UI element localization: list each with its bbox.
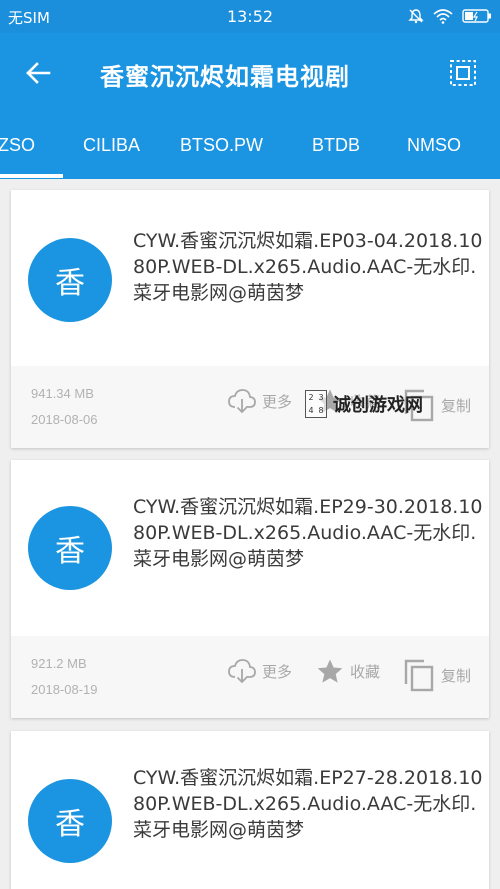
watermark-logo-icon: 23 48 [305,390,327,418]
file-size: 941.34 MB [31,386,94,401]
copy-button[interactable]: 复制 [403,658,471,692]
tab-nmso[interactable]: NMSO [407,135,461,156]
avatar: 香 [28,506,112,590]
select-all-icon[interactable] [448,58,478,88]
torrent-name: CYW.香蜜沉沉烬如霜.EP27-28.2018.1080P.WEB-DL.x2… [133,767,483,841]
cloud-download-icon [228,659,256,684]
star-icon [317,659,343,683]
more-label: 更多 [262,662,293,681]
site-watermark: 23 48 诚创游戏网 [305,390,423,418]
copy-label: 复制 [441,396,472,415]
file-date: 2018-08-06 [31,412,98,427]
card-footer: 921.2 MB 2018-08-19 更多 收藏 复制 [11,636,489,718]
copy-icon [404,659,434,692]
back-arrow-icon[interactable] [22,57,54,89]
file-size: 921.2 MB [31,656,87,671]
app-toolbar: 香蜜沉沉烬如霜电视剧 [0,33,500,113]
file-date: 2018-08-19 [31,682,98,697]
torrent-name: CYW.香蜜沉沉烬如霜.EP29-30.2018.1080P.WEB-DL.x2… [133,496,483,570]
tab-zso[interactable]: ZSO [0,135,35,156]
cloud-download-icon [228,389,256,414]
tab-ciliba[interactable]: CILIBA [83,135,140,156]
watermark-text: 诚创游戏网 [333,395,423,416]
mute-icon [408,8,424,28]
page-title: 香蜜沉沉烬如霜电视剧 [100,63,350,91]
avatar: 香 [28,238,112,322]
favorite-button[interactable]: 收藏 [316,658,380,684]
tab-btso-pw[interactable]: BTSO.PW [180,135,263,156]
status-bar: 无SIM 13:52 [0,0,500,33]
status-icons [408,8,492,28]
copy-label: 复制 [441,666,472,685]
result-card[interactable]: 香 CYW.香蜜沉沉烬如霜.EP27-28.2018.1080P.WEB-DL.… [11,731,489,889]
battery-icon [462,8,492,28]
tab-indicator [0,174,63,178]
wifi-icon [433,8,453,28]
favorite-label: 收藏 [350,662,381,681]
more-button[interactable]: 更多 [228,388,292,414]
tab-btdb[interactable]: BTDB [312,135,360,156]
more-label: 更多 [262,392,293,411]
more-button[interactable]: 更多 [228,658,292,684]
torrent-name: CYW.香蜜沉沉烬如霜.EP03-04.2018.1080P.WEB-DL.x2… [133,230,483,304]
avatar: 香 [28,779,112,863]
result-card[interactable]: 香 CYW.香蜜沉沉烬如霜.EP29-30.2018.1080P.WEB-DL.… [11,460,489,718]
source-tabs: ZSO CILIBA BTSO.PW BTDB NMSO [0,113,500,179]
